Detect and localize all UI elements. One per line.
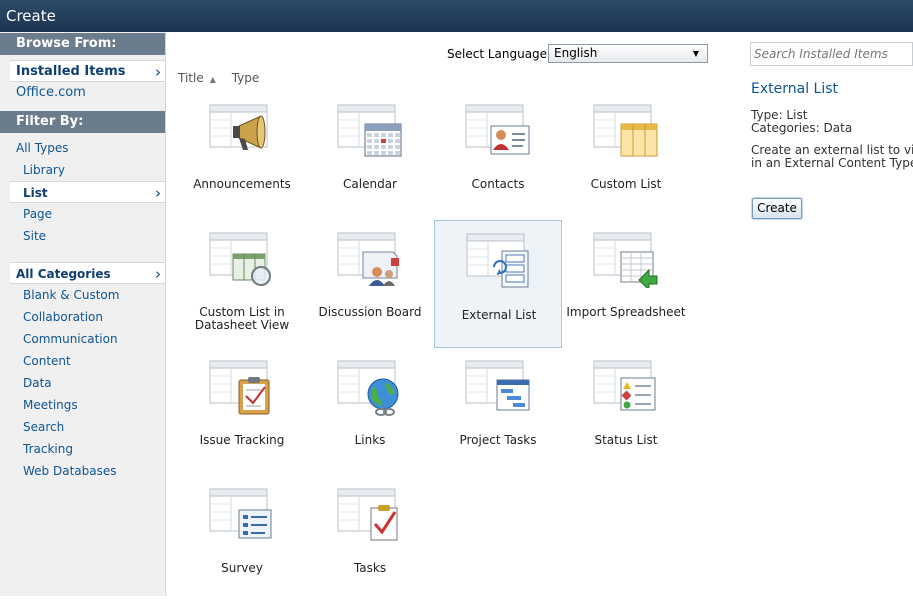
megaphone-icon [209,104,275,160]
clipboard-icon [209,360,275,416]
filter-type-list[interactable]: List › [10,181,165,203]
globe-link-icon [337,360,403,416]
sort-ascending-icon: ▲ [209,75,216,84]
category-search[interactable]: Search [0,416,165,438]
template-tile[interactable]: Project Tasks [434,350,562,478]
category-web-databases[interactable]: Web Databases [0,460,165,482]
sort-bar: Title ▲ Type [178,71,265,85]
select-language-label: Select Language: [447,47,552,61]
template-label: Contacts [471,177,525,191]
filter-type-site[interactable]: Site [0,225,165,247]
custom-list-icon [593,104,659,160]
category-data[interactable]: Data [0,372,165,394]
template-tile[interactable]: Contacts [434,94,562,222]
task-check-icon [337,488,403,544]
language-select[interactable]: English ▼ [548,44,708,63]
template-tile[interactable]: Survey [178,478,306,606]
template-tile[interactable]: Issue Tracking [178,350,306,478]
calendar-icon [337,104,403,160]
template-label: Custom List [590,177,662,191]
sort-by-title[interactable]: Title [178,71,204,85]
category-communication[interactable]: Communication [0,328,165,350]
filter-all-categories[interactable]: All Categories › [10,262,165,284]
template-label: Survey [221,561,263,575]
template-label: Announcements [193,177,291,191]
selected-template-description: Create an external list to view [751,143,913,157]
search-installed-items-input[interactable]: Search Installed Items [750,42,913,66]
category-content[interactable]: Content [0,350,165,372]
category-collaboration[interactable]: Collaboration [0,306,165,328]
sort-by-type[interactable]: Type [232,71,260,85]
selected-template-description-2: in an External Content Type. [751,156,913,170]
filter-type-list-label: List [23,186,48,200]
dropdown-arrow-icon: ▼ [692,49,699,58]
category-tracking[interactable]: Tracking [0,438,165,460]
create-button[interactable]: Create [752,198,802,219]
template-label: Tasks [353,561,387,575]
window-title: Create [0,0,913,32]
template-label: Project Tasks [459,433,537,447]
template-tile[interactable]: Custom List [562,94,690,222]
template-tile[interactable]: Links [306,350,434,478]
chevron-right-icon: › [155,63,161,81]
template-tile[interactable]: Announcements [178,94,306,222]
template-tile[interactable]: Custom List in Datasheet View [178,222,306,350]
template-label: Discussion Board [318,305,422,319]
discussion-board-icon [337,232,403,288]
datasheet-magnifier-icon [209,232,275,288]
template-label: Issue Tracking [199,433,285,447]
template-tile[interactable]: Tasks [306,478,434,606]
filter-type-page[interactable]: Page [0,203,165,225]
filter-by-heading: Filter By: [0,111,165,133]
external-list-icon [466,233,532,289]
category-meetings[interactable]: Meetings [0,394,165,416]
browse-from-heading: Browse From: [0,33,165,55]
status-list-icon [593,360,659,416]
template-tile[interactable]: Import Spreadsheet [562,222,690,350]
template-tile[interactable]: Status List [562,350,690,478]
filter-all-types[interactable]: All Types [0,137,165,159]
category-blank-custom[interactable]: Blank & Custom [0,284,165,306]
details-pane: Search Installed Items External List Typ… [741,32,913,596]
browse-office-com[interactable]: Office.com [0,82,165,104]
sidebar: Browse From: Installed Items › Office.co… [0,32,166,596]
selected-template-title: External List [751,81,839,97]
template-tile-selected[interactable]: External List [434,220,562,348]
contact-card-icon [465,104,531,160]
gantt-icon [465,360,531,416]
template-gallery: Select Language: English ▼ Title ▲ Type A… [167,32,740,596]
template-label: Import Spreadsheet [566,305,686,319]
template-tile[interactable]: Discussion Board [306,222,434,350]
survey-icon [209,488,275,544]
template-label: Calendar [343,177,397,191]
browse-installed-items-label: Installed Items [16,64,126,79]
language-select-value: English [554,46,598,60]
selected-template-type: Type: List [751,108,808,122]
template-label: Status List [594,433,658,447]
template-label: External List [461,308,537,322]
template-label: Links [354,433,386,447]
chevron-right-icon: › [155,265,161,283]
template-label: Custom List in Datasheet View [194,305,290,332]
chevron-right-icon: › [155,184,161,202]
template-tile[interactable]: Calendar [306,94,434,222]
filter-all-categories-label: All Categories [16,267,111,281]
selected-template-categories: Categories: Data [751,121,853,135]
filter-type-library[interactable]: Library [0,159,165,181]
import-spreadsheet-icon [593,232,659,292]
browse-installed-items[interactable]: Installed Items › [10,60,165,82]
